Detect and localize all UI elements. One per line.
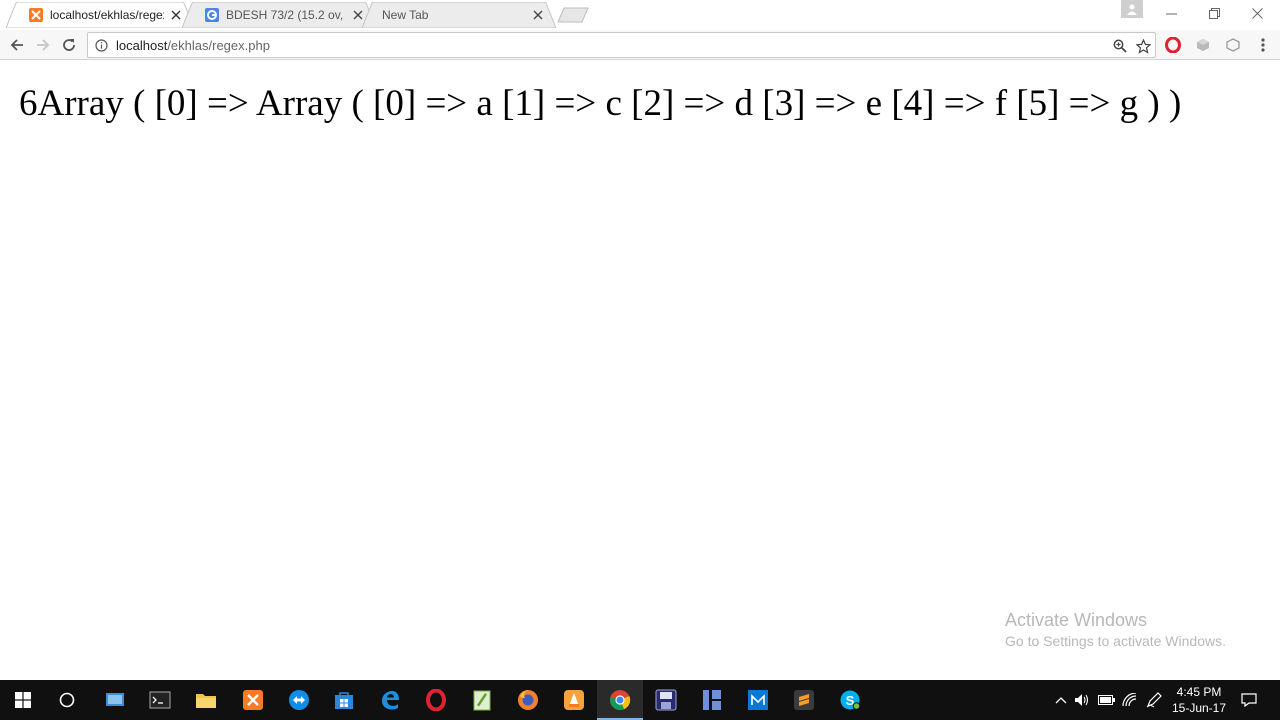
tab-bdesh[interactable]: BDESH 73/2 (15.2 ov, Tas — [182, 2, 376, 28]
watermark-title: Activate Windows — [1005, 610, 1148, 630]
star-icon[interactable] — [1133, 36, 1153, 56]
save-icon[interactable] — [643, 680, 689, 720]
tab-new[interactable]: New Tab — [362, 2, 556, 28]
zoom-icon[interactable] — [1110, 36, 1130, 56]
opera-icon[interactable] — [1163, 35, 1183, 55]
forward-icon[interactable] — [31, 34, 55, 56]
menu-icon[interactable] — [1253, 35, 1273, 55]
cmd-icon[interactable] — [137, 680, 183, 720]
volume-icon[interactable] — [1072, 680, 1092, 720]
folder-icon[interactable] — [183, 680, 229, 720]
notepadpp-icon[interactable] — [459, 680, 505, 720]
back-icon[interactable] — [5, 34, 29, 56]
skype-icon[interactable]: S — [827, 680, 873, 720]
activate-windows-watermark: Activate Windows Go to Settings to activ… — [1005, 609, 1226, 651]
system-clock[interactable]: 4:45 PM 15-Jun-17 — [1168, 684, 1230, 716]
tab-strip: localhost/ekhlas/regex.php BDESH 73/2 (1… — [0, 0, 1280, 30]
close-icon[interactable] — [530, 7, 546, 23]
action-center-icon[interactable] — [1236, 680, 1262, 720]
extension-icon[interactable] — [1193, 35, 1213, 55]
battery-icon[interactable] — [1096, 680, 1116, 720]
php-output-text: 6Array ( [0] => Array ( [0] => a [1] => … — [19, 83, 1182, 124]
restore-icon[interactable] — [1192, 0, 1236, 26]
tray-overflow-icon[interactable] — [1052, 680, 1070, 720]
reload-icon[interactable] — [57, 34, 81, 56]
tab-title: BDESH 73/2 (15.2 ov, Tas — [226, 8, 346, 22]
address-bar[interactable]: localhost/ekhlas/regex.php — [87, 32, 1156, 58]
explorer-icon[interactable] — [92, 680, 138, 720]
url-path: /ekhlas/regex.php — [167, 37, 270, 53]
firefox-icon[interactable] — [505, 680, 551, 720]
cortana-icon[interactable] — [44, 680, 90, 720]
watermark-subtitle: Go to Settings to activate Windows. — [1005, 633, 1226, 649]
url-text: localhost/ekhlas/regex.php — [116, 38, 270, 53]
chrome-icon[interactable] — [597, 680, 643, 720]
app-icon[interactable] — [689, 680, 735, 720]
clock-date: 15-Jun-17 — [1171, 701, 1227, 715]
browser-toolbar: localhost/ekhlas/regex.php — [0, 30, 1280, 60]
sublime-icon[interactable] — [781, 680, 827, 720]
clock-time: 4:45 PM — [1176, 685, 1222, 699]
url-host: localhost — [116, 37, 168, 53]
opera-icon[interactable] — [413, 680, 459, 720]
info-icon[interactable] — [93, 37, 109, 53]
new-tab-button[interactable] — [557, 7, 589, 23]
google-icon — [204, 7, 220, 23]
user-profile-icon[interactable] — [1121, 0, 1143, 18]
edge-icon[interactable] — [367, 680, 413, 720]
mail-icon[interactable] — [735, 680, 781, 720]
tab-regex[interactable]: localhost/ekhlas/regex.php — [6, 2, 194, 28]
window-close-icon[interactable] — [1235, 0, 1279, 26]
wifi-icon[interactable] — [1120, 680, 1140, 720]
vlc-icon[interactable] — [551, 680, 597, 720]
windows-taskbar: S 4:45 PM 15-Jun-17 — [0, 680, 1280, 720]
windows-start-icon[interactable] — [0, 680, 46, 720]
pen-icon[interactable] — [1144, 680, 1164, 720]
tab-title: localhost/ekhlas/regex.php — [50, 8, 164, 22]
tab-title: New Tab — [382, 8, 429, 22]
xampp-icon[interactable] — [230, 680, 276, 720]
minimize-icon[interactable] — [1149, 0, 1193, 26]
store-icon[interactable] — [321, 680, 367, 720]
teamviewer-icon[interactable] — [276, 680, 322, 720]
xampp-icon — [28, 7, 44, 23]
extension-icon[interactable] — [1223, 35, 1243, 55]
